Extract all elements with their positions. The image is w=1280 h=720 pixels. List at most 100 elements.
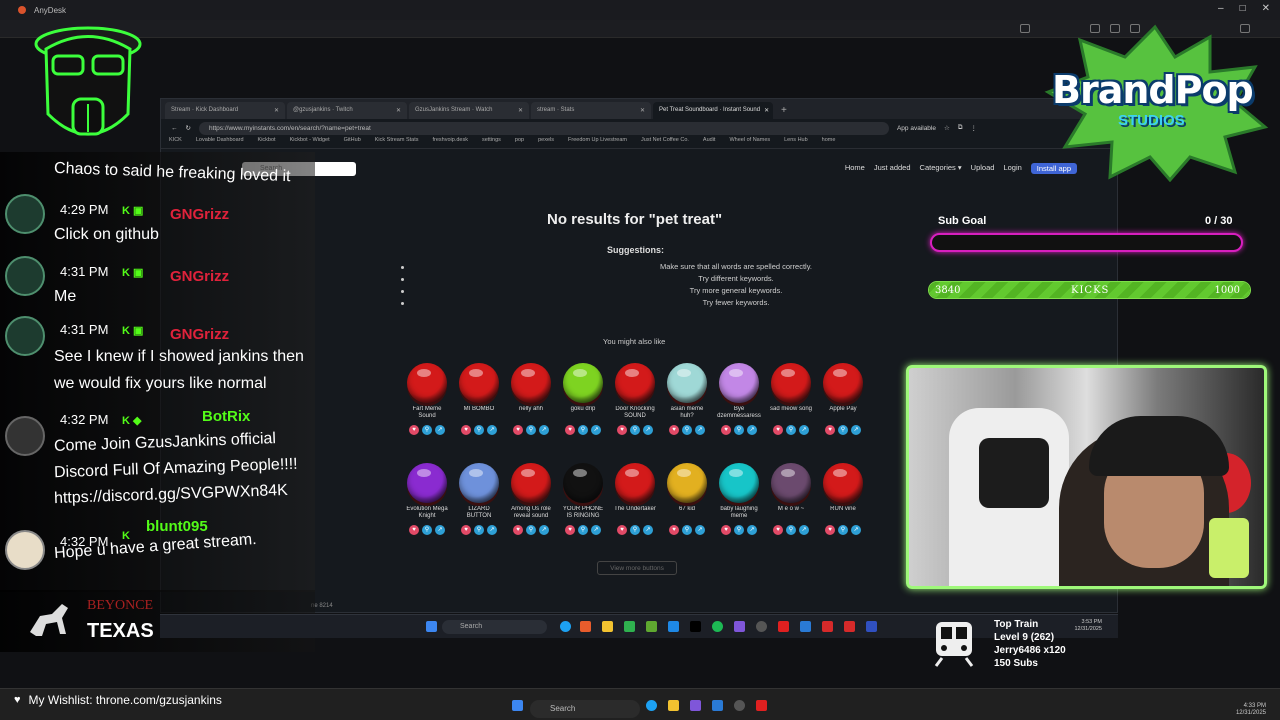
back-icon[interactable]: ←: [171, 125, 178, 132]
favorite-heart-icon[interactable]: ♥: [461, 525, 471, 535]
windows-start-icon[interactable]: [512, 700, 523, 711]
bookmark-item[interactable]: KICK: [169, 137, 182, 148]
spotify-icon[interactable]: [712, 621, 723, 632]
sound-play-button[interactable]: [459, 463, 499, 503]
copy-link-icon[interactable]: ⚲: [838, 425, 848, 435]
bookmark-item[interactable]: Lens Hub: [784, 137, 808, 148]
sound-play-button[interactable]: [667, 363, 707, 403]
reload-icon[interactable]: ↻: [186, 124, 191, 132]
bookmark-item[interactable]: Kickbot: [258, 137, 276, 148]
bookmark-item[interactable]: Audit: [703, 137, 716, 148]
app-available-badge[interactable]: App available: [897, 125, 936, 132]
sound-play-button[interactable]: [823, 463, 863, 503]
browser-tab[interactable]: stream · Stats ✕: [531, 102, 651, 119]
favorite-heart-icon[interactable]: ♥: [617, 425, 627, 435]
app-icon[interactable]: [580, 621, 591, 632]
copy-link-icon[interactable]: ⚲: [630, 425, 640, 435]
share-icon[interactable]: ↗: [851, 525, 861, 535]
sound-play-button[interactable]: [407, 363, 447, 403]
edge-icon[interactable]: [560, 621, 571, 632]
copy-link-icon[interactable]: ⚲: [474, 525, 484, 535]
bookmark-item[interactable]: pexels: [538, 137, 554, 148]
share-icon[interactable]: ↗: [591, 425, 601, 435]
favorite-heart-icon[interactable]: ♥: [461, 425, 471, 435]
browser-tab[interactable]: @gzusjankins · Twitch ✕: [287, 102, 407, 119]
share-icon[interactable]: ↗: [539, 425, 549, 435]
copy-link-icon[interactable]: ⚲: [526, 425, 536, 435]
favorite-heart-icon[interactable]: ♥: [721, 525, 731, 535]
copy-link-icon[interactable]: ⚲: [734, 425, 744, 435]
remote-search[interactable]: Search: [442, 620, 547, 634]
bookmark-item[interactable]: Lovable Dashboard: [196, 137, 244, 148]
share-icon[interactable]: ↗: [487, 525, 497, 535]
url-bar[interactable]: https://www.myinstants.com/en/search/?na…: [198, 121, 889, 135]
close-icon[interactable]: ✕: [1262, 3, 1270, 14]
app-icon[interactable]: [778, 621, 789, 632]
anydesk-icon[interactable]: [756, 700, 767, 711]
sound-play-button[interactable]: [459, 363, 499, 403]
app-icon[interactable]: [734, 621, 745, 632]
bookmark-item[interactable]: Wheel of Names: [729, 137, 770, 148]
favorite-heart-icon[interactable]: ♥: [617, 525, 627, 535]
sound-play-button[interactable]: [719, 463, 759, 503]
nav-categories[interactable]: Categories ▾: [920, 163, 962, 174]
nav-just-added[interactable]: Just added: [874, 163, 911, 174]
copy-link-icon[interactable]: ⚲: [786, 425, 796, 435]
bookmark-item[interactable]: pop: [515, 137, 524, 148]
bookmark-item[interactable]: Kick Stream Stats: [375, 137, 419, 148]
copy-link-icon[interactable]: ⚲: [422, 525, 432, 535]
edge-icon[interactable]: [646, 700, 657, 711]
app-icon[interactable]: [822, 621, 833, 632]
copy-link-icon[interactable]: ⚲: [578, 525, 588, 535]
favorite-heart-icon[interactable]: ♥: [825, 525, 835, 535]
windows-start-icon[interactable]: [426, 621, 437, 632]
obs-icon[interactable]: [756, 621, 767, 632]
share-icon[interactable]: ↗: [799, 525, 809, 535]
bookmark-item[interactable]: Freedom Up Livestream: [568, 137, 627, 148]
menu-icon[interactable]: ⋮: [970, 124, 977, 132]
share-icon[interactable]: ↗: [487, 425, 497, 435]
copy-link-icon[interactable]: ⚲: [838, 525, 848, 535]
close-icon[interactable]: ✕: [518, 107, 523, 114]
app-icon[interactable]: [668, 621, 679, 632]
sound-play-button[interactable]: [823, 363, 863, 403]
browser-tab[interactable]: Stream · Kick Dashboard ✕: [165, 102, 285, 119]
favorite-heart-icon[interactable]: ♥: [409, 425, 419, 435]
copy-link-icon[interactable]: ⚲: [422, 425, 432, 435]
share-icon[interactable]: ↗: [435, 525, 445, 535]
copy-link-icon[interactable]: ⚲: [682, 525, 692, 535]
browser-tab-active[interactable]: Pet Treat Soundboard · Instant Sound ✕: [653, 102, 773, 119]
favorite-heart-icon[interactable]: ♥: [825, 425, 835, 435]
sound-play-button[interactable]: [511, 463, 551, 503]
favorite-heart-icon[interactable]: ♥: [513, 425, 523, 435]
favorite-heart-icon[interactable]: ♥: [409, 525, 419, 535]
app-icon[interactable]: [844, 621, 855, 632]
sound-play-button[interactable]: [563, 463, 603, 503]
extensions-icon[interactable]: ⧉: [958, 124, 963, 132]
share-icon[interactable]: ↗: [747, 525, 757, 535]
copy-link-icon[interactable]: ⚲: [786, 525, 796, 535]
bookmark-item[interactable]: home: [822, 137, 836, 148]
obs-icon[interactable]: [734, 700, 745, 711]
nav-login[interactable]: Login: [1003, 163, 1021, 174]
share-icon[interactable]: ↗: [539, 525, 549, 535]
sound-play-button[interactable]: [771, 463, 811, 503]
close-icon[interactable]: ✕: [396, 107, 401, 114]
view-more-button[interactable]: View more buttons: [597, 561, 677, 575]
local-search[interactable]: Search: [530, 700, 640, 718]
favorite-heart-icon[interactable]: ♥: [513, 525, 523, 535]
sound-play-button[interactable]: [563, 363, 603, 403]
share-icon[interactable]: ↗: [799, 425, 809, 435]
favorite-heart-icon[interactable]: ♥: [669, 525, 679, 535]
copy-link-icon[interactable]: ⚲: [734, 525, 744, 535]
maximize-icon[interactable]: □: [1240, 3, 1246, 14]
app-icon[interactable]: [800, 621, 811, 632]
new-tab-icon[interactable]: +: [775, 105, 787, 119]
share-icon[interactable]: ↗: [643, 525, 653, 535]
copy-link-icon[interactable]: ⚲: [474, 425, 484, 435]
share-icon[interactable]: ↗: [695, 525, 705, 535]
share-icon[interactable]: ↗: [643, 425, 653, 435]
favorite-heart-icon[interactable]: ♥: [721, 425, 731, 435]
share-icon[interactable]: ↗: [435, 425, 445, 435]
bookmark-item[interactable]: settings: [482, 137, 501, 148]
